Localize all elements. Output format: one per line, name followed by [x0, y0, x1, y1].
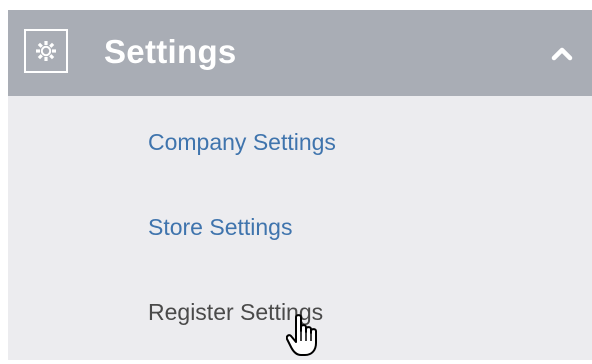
- settings-panel: Settings Company Settings Store Settings…: [8, 10, 592, 360]
- gear-icon: [24, 29, 68, 73]
- settings-section-header[interactable]: Settings: [8, 10, 592, 96]
- company-settings-link[interactable]: Company Settings: [148, 124, 336, 160]
- section-title: Settings: [104, 33, 237, 70]
- chevron-up-icon[interactable]: [542, 34, 582, 74]
- hand-pointer-cursor: [285, 313, 320, 359]
- store-settings-link[interactable]: Store Settings: [148, 209, 292, 245]
